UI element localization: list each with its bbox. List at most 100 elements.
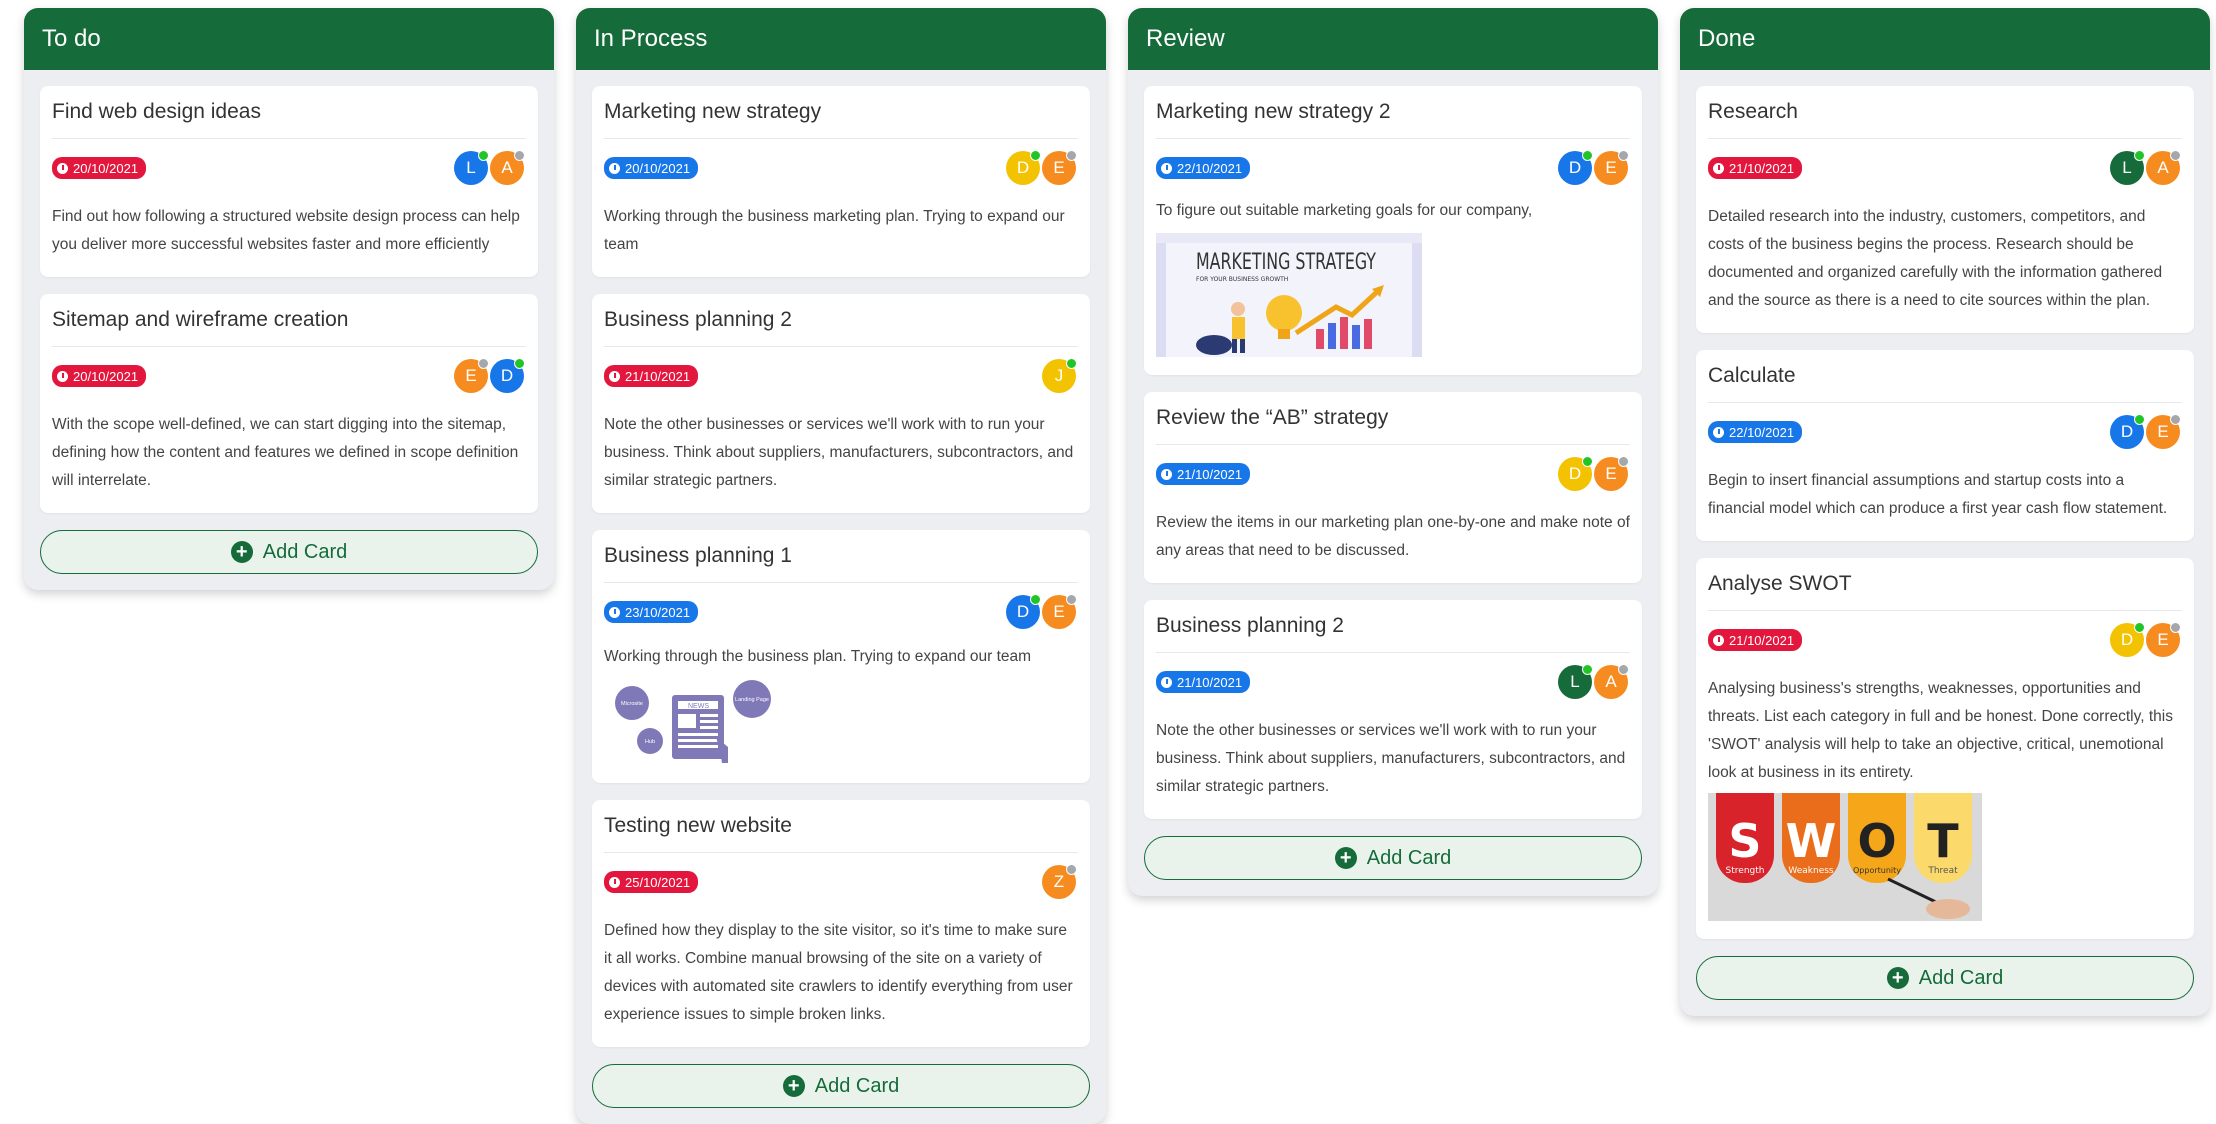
add-card-button[interactable]: + Add Card <box>1144 836 1642 880</box>
avatar-letter: E <box>465 366 477 385</box>
avatar-letter: E <box>1053 158 1065 177</box>
avatar-letter: L <box>466 158 476 177</box>
task-card[interactable]: Testing new website 25/10/2021 Z Defined… <box>592 800 1090 1047</box>
swot-svg: S W O T Strength Weakness Opportunity Th… <box>1708 793 1982 921</box>
avatar[interactable]: L <box>454 150 489 185</box>
due-date-badge: 22/10/2021 <box>1156 157 1251 179</box>
avatar[interactable]: D <box>1558 150 1593 185</box>
online-status-dot <box>1030 594 1041 605</box>
card-description: Defined how they display to the site vis… <box>604 922 1073 1023</box>
avatar-letter: J <box>1054 366 1064 385</box>
avatar[interactable]: A <box>490 150 525 185</box>
card-description: Begin to insert financial assumptions an… <box>1708 472 2168 517</box>
due-date-badge: 21/10/2021 <box>604 365 699 387</box>
task-card[interactable]: Review the “AB” strategy 21/10/2021 D E … <box>1144 392 1642 583</box>
avatar-letter: D <box>1568 464 1582 483</box>
column-header: In Process <box>576 8 1106 70</box>
task-card[interactable]: Research 21/10/2021 L A Detailed researc… <box>1696 86 2194 333</box>
card-title: Review the “AB” strategy <box>1156 404 1630 445</box>
due-date-text: 21/10/2021 <box>1177 466 1243 482</box>
card-title: Marketing new strategy <box>604 98 1078 139</box>
svg-text:Weakness: Weakness <box>1788 866 1834 876</box>
card-description: Find out how following a structured webs… <box>52 208 520 253</box>
task-card[interactable]: Marketing new strategy 2 22/10/2021 D E … <box>1144 86 1642 375</box>
avatar[interactable]: E <box>2146 414 2181 449</box>
avatar-letter: E <box>2157 630 2169 649</box>
clock-icon <box>1713 162 1724 174</box>
due-date-badge: 20/10/2021 <box>52 365 147 387</box>
due-date-text: 20/10/2021 <box>625 160 691 176</box>
avatar-letter: D <box>1016 602 1030 621</box>
task-card[interactable]: Analyse SWOT 21/10/2021 D E Analysing bu… <box>1696 558 2194 939</box>
avatar[interactable]: D <box>490 358 525 393</box>
clock-icon <box>609 162 620 174</box>
avatar[interactable]: L <box>1558 664 1593 699</box>
avatar[interactable]: Z <box>1042 864 1077 899</box>
card-description: Note the other businesses or services we… <box>604 416 1074 489</box>
due-date-text: 21/10/2021 <box>1729 160 1795 176</box>
svg-text:MARKETING STRATEGY: MARKETING STRATEGY <box>1196 250 1376 275</box>
online-status-dot <box>1582 150 1593 161</box>
due-date-badge: 21/10/2021 <box>1708 157 1803 179</box>
avatar-letter: L <box>2122 158 2132 177</box>
avatar[interactable]: L <box>2110 150 2145 185</box>
card-title: Business planning 2 <box>604 306 1078 347</box>
task-card[interactable]: Business planning 2 21/10/2021 J Note th… <box>592 294 1090 513</box>
due-date-text: 20/10/2021 <box>73 160 139 176</box>
avatar-letter: L <box>1570 672 1580 691</box>
avatar[interactable]: D <box>2110 622 2145 657</box>
online-status-dot <box>2134 150 2145 161</box>
swot-image: S W O T Strength Weakness Opportunity Th… <box>1708 793 1982 921</box>
due-date-text: 25/10/2021 <box>625 874 691 890</box>
column-header: Done <box>1680 8 2210 70</box>
news-illustration-svg: NEWS Microsite Landing Page Hub <box>615 680 771 763</box>
offline-status-dot <box>1618 664 1629 675</box>
offline-status-dot <box>2170 414 2181 425</box>
avatar[interactable]: E <box>2146 622 2181 657</box>
avatar[interactable]: D <box>2110 414 2145 449</box>
avatar-letter: E <box>2157 422 2169 441</box>
avatar-letter: D <box>2120 630 2134 649</box>
avatar-letter: A <box>2157 158 2169 177</box>
offline-status-dot <box>514 150 525 161</box>
avatar[interactable]: D <box>1006 150 1041 185</box>
avatar[interactable]: E <box>1594 150 1629 185</box>
task-card[interactable]: Sitemap and wireframe creation 20/10/202… <box>40 294 538 513</box>
clock-icon <box>1713 426 1724 438</box>
due-date-text: 21/10/2021 <box>625 368 691 384</box>
avatar[interactable]: E <box>1594 456 1629 491</box>
add-card-label: Add Card <box>814 1074 900 1097</box>
add-card-button[interactable]: + Add Card <box>592 1064 1090 1108</box>
column-header: Review <box>1128 8 1658 70</box>
offline-status-dot <box>1066 150 1077 161</box>
task-card[interactable]: Calculate 22/10/2021 D E Begin to insert… <box>1696 350 2194 541</box>
avatar[interactable]: D <box>1006 594 1041 629</box>
task-card[interactable]: Business planning 2 21/10/2021 L A Note … <box>1144 600 1642 819</box>
avatar-letter: D <box>1016 158 1030 177</box>
avatar[interactable]: A <box>2146 150 2181 185</box>
task-card[interactable]: Marketing new strategy 20/10/2021 D E Wo… <box>592 86 1090 277</box>
card-title: Testing new website <box>604 812 1078 853</box>
add-card-button[interactable]: + Add Card <box>40 530 538 574</box>
avatar[interactable]: J <box>1042 358 1077 393</box>
avatar[interactable]: E <box>1042 594 1077 629</box>
task-card[interactable]: Business planning 1 23/10/2021 D E Worki… <box>592 530 1090 783</box>
due-date-badge: 21/10/2021 <box>1156 463 1251 485</box>
card-title: Find web design ideas <box>52 98 526 139</box>
avatar-letter: D <box>500 366 514 385</box>
column-in-process: In Process Marketing new strategy 20/10/… <box>576 8 1106 1124</box>
avatar[interactable]: D <box>1558 456 1593 491</box>
avatar-letter: E <box>1053 602 1065 621</box>
svg-text:FOR YOUR BUSINESS GROWTH: FOR YOUR BUSINESS GROWTH <box>1196 276 1288 283</box>
add-card-button[interactable]: + Add Card <box>1696 956 2194 1000</box>
svg-text:S: S <box>1728 814 1761 868</box>
online-status-dot <box>478 150 489 161</box>
task-card[interactable]: Find web design ideas 20/10/2021 L A Fin… <box>40 86 538 277</box>
avatar[interactable]: E <box>454 358 489 393</box>
svg-text:Microsite: Microsite <box>621 701 643 707</box>
offline-status-dot <box>1618 456 1629 467</box>
marketing-strategy-image: MARKETING STRATEGY FOR YOUR BUSINESS GRO… <box>1156 233 1422 357</box>
clock-icon <box>1161 468 1172 480</box>
avatar[interactable]: E <box>1042 150 1077 185</box>
avatar[interactable]: A <box>1594 664 1629 699</box>
